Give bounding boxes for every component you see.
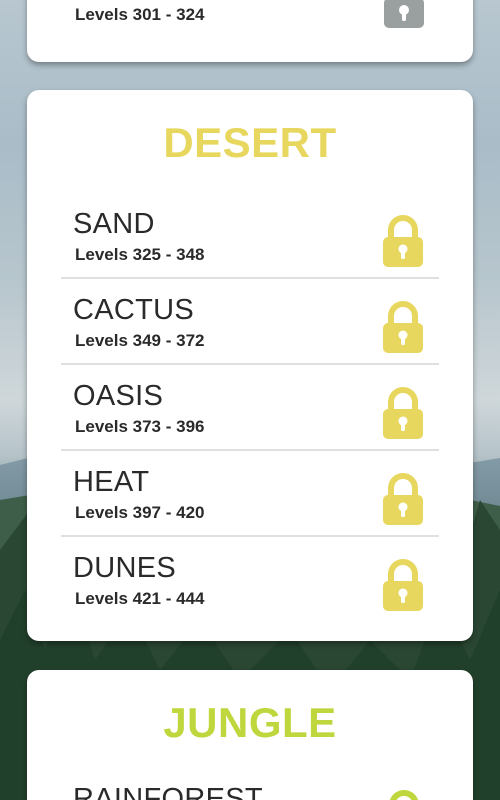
world-row-oasis[interactable]: OASIS Levels 373 - 396 [61,368,439,454]
lock-icon [383,301,423,353]
world-levels-range: Levels 373 - 396 [75,417,205,436]
lock-icon [389,790,419,800]
lock-icon [384,0,424,28]
world-levels-range: Levels 349 - 372 [75,331,205,350]
row-divider [61,277,439,279]
world-row-dunes[interactable]: DUNES Levels 421 - 444 [61,540,439,626]
world-name: OASIS [73,380,164,412]
world-name[interactable]: RAINFOREST [73,785,263,800]
world-name: DUNES [73,552,177,584]
lock-icon [383,473,423,525]
row-divider [61,535,439,537]
lock-icon [383,215,423,267]
world-levels-range: Levels 301 - 324 [75,5,205,24]
world-card-desert: DESERT SAND Levels 325 - 348 CACTUS Leve… [27,90,473,641]
world-title: JUNGLE [163,699,337,746]
world-row-sand[interactable]: SAND Levels 325 - 348 [61,196,439,282]
world-levels-range: Levels 325 - 348 [75,245,205,264]
world-name: HEAT [73,466,150,498]
lock-icon [383,387,423,439]
world-name: CACTUS [73,294,195,326]
world-levels-range: Levels 397 - 420 [75,503,205,522]
world-levels-range: Levels 421 - 444 [75,589,205,608]
lock-icon [383,559,423,611]
world-title: DESERT [163,119,337,166]
row-divider [61,363,439,365]
world-card-jungle: JUNGLE RAINFOREST [27,670,473,800]
world-name: SAND [73,208,155,240]
world-row-cactus[interactable]: CACTUS Levels 349 - 372 [61,282,439,368]
world-row-heat[interactable]: HEAT Levels 397 - 420 [61,454,439,540]
row-divider [61,449,439,451]
world-card-previous: Levels 301 - 324 [27,0,473,62]
